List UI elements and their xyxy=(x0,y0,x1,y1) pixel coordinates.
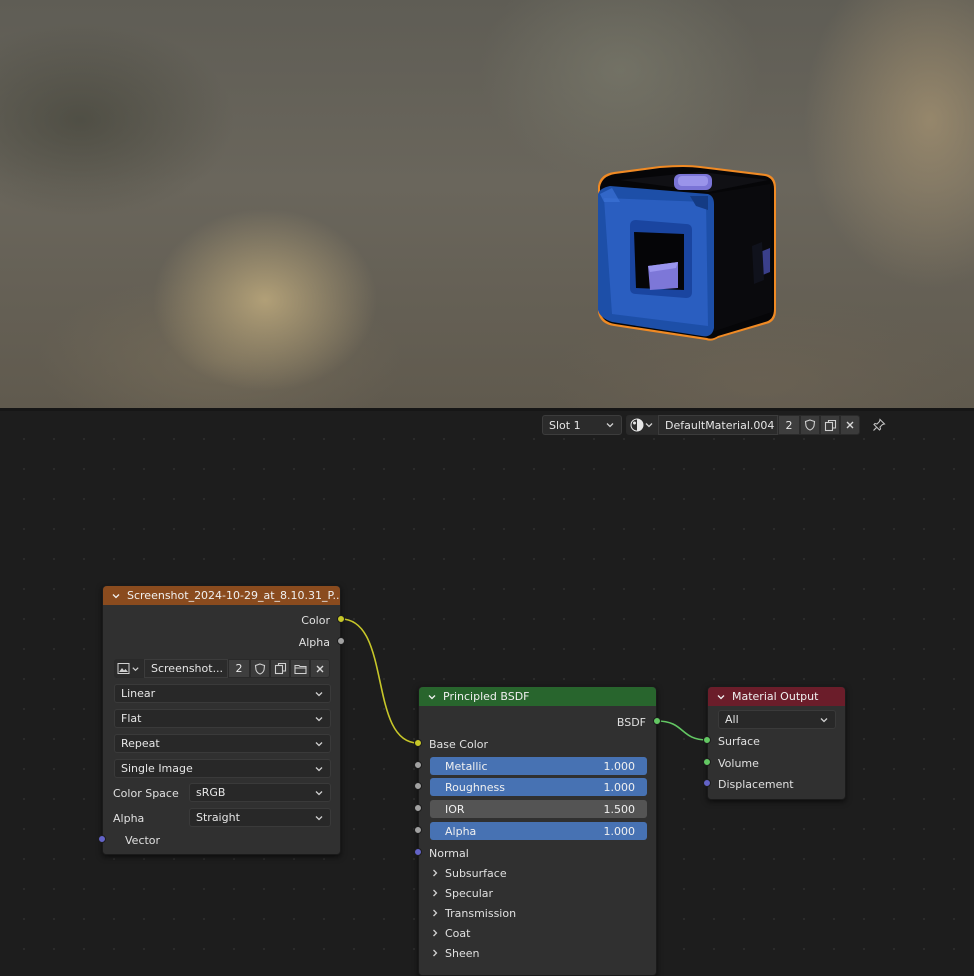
image-unlink-button[interactable] xyxy=(310,659,330,678)
color-space-label: Color Space xyxy=(113,786,179,800)
alpha-slider[interactable]: Alpha 1.000 xyxy=(430,822,647,840)
material-users-count[interactable]: 2 xyxy=(778,415,800,435)
socket-volume-input[interactable] xyxy=(703,758,711,766)
input-volume-row: Volume xyxy=(718,756,759,770)
socket-alpha-output[interactable] xyxy=(337,637,345,645)
socket-base-color-input[interactable] xyxy=(414,739,422,747)
extension-dropdown[interactable]: Repeat xyxy=(114,734,331,753)
folder-icon xyxy=(293,663,307,675)
chevron-down-icon[interactable] xyxy=(427,692,437,702)
material-output-node-header[interactable]: Material Output xyxy=(708,687,845,706)
chevron-down-icon xyxy=(314,788,324,798)
output-alpha-row: Alpha xyxy=(298,635,330,649)
image-name-field[interactable]: Screenshot... xyxy=(144,659,228,678)
material-output-node-title: Material Output xyxy=(732,690,819,703)
color-space-dropdown[interactable]: sRGB xyxy=(189,783,331,802)
image-texture-node-header[interactable]: Screenshot_2024-10-29_at_8.10.31_P... xyxy=(103,586,340,605)
principled-bsdf-node-header[interactable]: Principled BSDF xyxy=(419,687,656,706)
socket-roughness-input[interactable] xyxy=(414,782,422,790)
projection-dropdown[interactable]: Flat xyxy=(114,709,331,728)
image-users-count[interactable]: 2 xyxy=(228,659,250,678)
pin-icon xyxy=(872,418,886,432)
input-surface-row: Surface xyxy=(718,734,760,748)
socket-metallic-input[interactable] xyxy=(414,761,422,769)
image-fake-user-button[interactable] xyxy=(250,659,270,678)
chevron-down-icon xyxy=(819,715,829,725)
socket-bsdf-output[interactable] xyxy=(653,717,661,725)
chevron-right-icon xyxy=(431,908,439,918)
material-selector: DefaultMaterial.004 2 xyxy=(626,415,860,435)
duplicate-material-button[interactable] xyxy=(820,415,840,435)
duplicate-icon xyxy=(274,662,287,675)
node-editor-header: Slot 1 DefaultMaterial.004 2 xyxy=(542,415,890,435)
alpha-mode-dropdown[interactable]: Straight xyxy=(189,808,331,827)
chevron-down-icon xyxy=(314,689,324,699)
unlink-material-button[interactable] xyxy=(840,415,860,435)
pin-button[interactable] xyxy=(868,415,890,435)
chevron-right-icon xyxy=(431,888,439,898)
close-icon xyxy=(845,420,855,430)
socket-ior-input[interactable] xyxy=(414,804,422,812)
source-dropdown[interactable]: Single Image xyxy=(114,759,331,778)
socket-normal-input[interactable] xyxy=(414,848,422,856)
ior-slider[interactable]: IOR 1.500 xyxy=(430,800,647,818)
input-displacement-row: Displacement xyxy=(718,777,794,791)
input-base-color-row: Base Color xyxy=(429,737,489,751)
socket-surface-input[interactable] xyxy=(703,736,711,744)
image-icon xyxy=(117,662,130,675)
panel-specular[interactable]: Specular xyxy=(419,883,656,903)
input-normal-row: Normal xyxy=(429,846,469,860)
3d-viewport[interactable] xyxy=(0,0,974,408)
material-name-field[interactable]: DefaultMaterial.004 xyxy=(658,415,778,435)
material-browse-button[interactable] xyxy=(626,415,658,435)
chevron-right-icon xyxy=(431,928,439,938)
metallic-slider[interactable]: Metallic 1.000 xyxy=(430,757,647,775)
alpha-mode-label: Alpha xyxy=(113,811,145,825)
material-sphere-icon xyxy=(630,418,644,432)
chevron-down-icon xyxy=(314,813,324,823)
image-browse-button[interactable] xyxy=(114,659,144,678)
chevron-down-icon xyxy=(644,420,654,430)
chevron-down-icon xyxy=(131,664,141,674)
image-open-button[interactable] xyxy=(290,659,310,678)
close-icon xyxy=(315,664,325,674)
chevron-down-icon xyxy=(314,714,324,724)
image-texture-node[interactable]: Screenshot_2024-10-29_at_8.10.31_P... Co… xyxy=(102,585,341,855)
panel-sheen[interactable]: Sheen xyxy=(419,943,656,963)
slot-label: Slot 1 xyxy=(549,418,581,432)
chevron-right-icon xyxy=(431,948,439,958)
socket-alpha-input[interactable] xyxy=(414,826,422,834)
panel-coat[interactable]: Coat xyxy=(419,923,656,943)
principled-bsdf-node-title: Principled BSDF xyxy=(443,690,530,703)
output-bsdf-row: BSDF xyxy=(616,715,646,729)
image-duplicate-button[interactable] xyxy=(270,659,290,678)
chevron-down-icon[interactable] xyxy=(111,591,121,601)
output-color-row: Color xyxy=(301,613,330,627)
panel-subsurface[interactable]: Subsurface xyxy=(419,863,656,883)
socket-vector-input[interactable] xyxy=(98,835,106,843)
cube-object-icon[interactable] xyxy=(590,162,782,346)
image-texture-node-title: Screenshot_2024-10-29_at_8.10.31_P... xyxy=(127,589,340,602)
input-vector-row: Vector xyxy=(125,833,161,847)
socket-displacement-input[interactable] xyxy=(703,779,711,787)
chevron-down-icon[interactable] xyxy=(716,692,726,702)
material-output-node[interactable]: Material Output All Surface Volume Displ… xyxy=(707,686,846,800)
chevron-down-icon xyxy=(314,764,324,774)
shield-icon xyxy=(804,419,816,431)
roughness-slider[interactable]: Roughness 1.000 xyxy=(430,778,647,796)
image-selector: Screenshot... 2 xyxy=(114,659,330,678)
chevron-right-icon xyxy=(431,868,439,878)
duplicate-icon xyxy=(824,419,837,432)
slot-dropdown[interactable]: Slot 1 xyxy=(542,415,622,435)
socket-color-output[interactable] xyxy=(337,615,345,623)
principled-bsdf-node[interactable]: Principled BSDF BSDF Base Color Metallic… xyxy=(418,686,657,976)
output-target-dropdown[interactable]: All xyxy=(718,710,836,729)
chevron-down-icon xyxy=(314,739,324,749)
panel-transmission[interactable]: Transmission xyxy=(419,903,656,923)
shield-icon xyxy=(254,662,266,675)
interpolation-dropdown[interactable]: Linear xyxy=(114,684,331,703)
fake-user-button[interactable] xyxy=(800,415,820,435)
chevron-down-icon xyxy=(605,420,615,430)
